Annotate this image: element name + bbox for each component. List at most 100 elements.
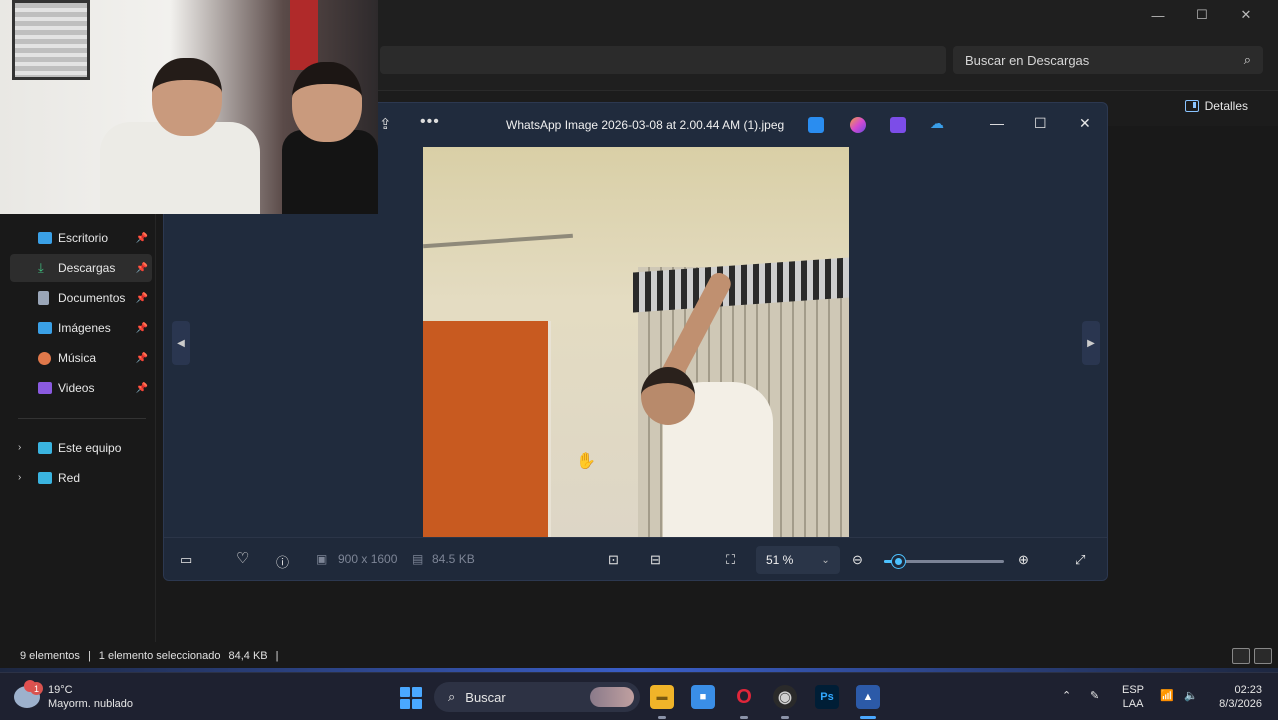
pin-icon: 📌 [135,232,148,244]
displayed-photo [423,147,849,537]
clock[interactable]: 02:23 8/3/2026 [1212,683,1262,711]
text-scan-icon[interactable]: ⊟ [650,552,661,568]
full-screen-icon[interactable]: ⤢ [1075,552,1085,568]
file-explorer-icon[interactable]: ▬ [650,685,674,709]
clock-date: 8/3/2026 [1219,698,1262,710]
previous-image-button[interactable]: ◀ [172,321,190,365]
zoom-slider-thumb[interactable] [892,555,906,568]
sidebar-item-escritorio[interactable]: Escritorio 📌 [10,224,152,252]
sidebar-item-musica[interactable]: Música 📌 [10,344,152,372]
wifi-icon[interactable]: 📶 [1160,689,1174,703]
next-image-button[interactable]: ▶ [1082,321,1100,365]
windows-logo-icon [412,687,422,697]
details-view-button[interactable] [1232,648,1250,664]
pin-icon: 📌 [135,262,148,274]
computer-icon [38,442,52,454]
search-placeholder: Buscar en Descargas [965,52,1090,68]
address-bar[interactable] [380,46,946,74]
visual-search-icon[interactable]: ⊡ [608,552,619,568]
clock-time: 02:23 [1234,684,1262,696]
opera-icon[interactable]: O [732,685,756,709]
input-language[interactable]: ESP LAA [1122,683,1144,711]
sidebar-item-label: Imágenes [58,321,111,335]
sidebar-item-label: Videos [58,381,95,395]
zoom-in-icon[interactable]: ⊕ [1018,552,1029,568]
running-indicator [658,716,666,719]
favorite-icon[interactable]: ♡ [236,549,249,567]
file-name: WhatsApp Image 2026-03-08 at 2.00.44 AM … [506,118,785,132]
details-pane-icon [1184,100,1199,112]
windows-logo-icon [400,687,410,697]
photo-curtain-rod [423,233,573,249]
photos-edit-icon[interactable] [808,117,824,133]
search-icon: ⌕ [1243,52,1251,67]
weather-text: 19°C Mayorm. nublado [48,683,133,711]
tiles-view-button[interactable] [1254,648,1272,664]
sidebar-item-descargas[interactable]: ⤓ Descargas 📌 [10,254,152,282]
status-divider: | [275,650,279,662]
sidebar-divider [18,418,146,419]
clipchamp-icon[interactable] [890,117,906,133]
language-code: ESP [1122,684,1145,696]
status-bar: 9 elementos | 1 elemento seleccionado 84… [0,644,1278,668]
minimize-icon[interactable]: — [990,115,1004,131]
sidebar-item-documentos[interactable]: Documentos 📌 [10,284,152,312]
filesize-icon: ▤ [412,552,424,566]
sidebar-item-imagenes[interactable]: Imágenes 📌 [10,314,152,342]
sidebar-item-label: Este equipo [58,441,122,455]
pen-icon[interactable]: ✎ [1090,689,1099,703]
dimensions-icon: ▣ [316,552,328,566]
zoom-slider[interactable] [884,555,1004,568]
webcam-person-right-body [282,130,378,214]
sidebar-item-videos[interactable]: Videos 📌 [10,374,152,402]
info-icon[interactable]: ⓘ [276,552,289,571]
details-label: Detalles [1204,99,1248,113]
search-highlight-icon [590,687,634,707]
zoom-out-icon[interactable]: ⊖ [852,552,863,568]
designer-icon[interactable] [850,117,866,133]
minimize-icon[interactable]: — [1136,4,1180,26]
photos-icon[interactable]: ▲ [856,685,880,709]
zoom-level: 51 % [766,553,794,567]
filmstrip-icon[interactable]: ▭ [180,552,192,568]
windows-logo-icon [400,699,410,709]
details-button[interactable]: Detalles [1184,99,1248,113]
sidebar-item-label: Escritorio [58,231,109,245]
close-icon[interactable]: ✕ [1079,115,1091,132]
search-icon: ⌕ [448,689,456,704]
taskbar-search-label: Buscar [465,689,506,705]
start-button[interactable] [400,687,422,709]
more-options-icon[interactable]: ••• [420,113,440,131]
onedrive-off-icon[interactable]: ☁ [930,115,946,131]
pin-icon: 📌 [135,292,148,304]
store-icon[interactable]: ■ [691,685,715,709]
weather-temp: 19°C [48,684,73,696]
sidebar-item-label: Documentos [58,291,126,305]
webcam-window-blinds [12,0,90,80]
sidebar-item-label: Red [58,471,81,485]
obs-icon[interactable]: ◉ [773,685,797,709]
close-icon[interactable]: ✕ [1224,4,1268,26]
volume-icon[interactable]: 🔈 [1184,689,1198,703]
webcam-red-cloth [290,0,318,70]
selection-status: 1 elemento seleccionado [98,650,221,662]
search-input[interactable]: Buscar en Descargas ⌕ [953,46,1263,74]
maximize-icon[interactable]: ☐ [1034,115,1047,132]
show-hidden-icons-icon[interactable]: ⌃ [1062,689,1071,703]
taskbar-search[interactable]: ⌕ Buscar [434,682,640,712]
viewer-toolbar: ▭ ♡ ⓘ ▣ 900 x 1600 ▤ 84.5 KB ⊡ ⊟ ⛶ 51 % … [164,537,1107,580]
download-icon: ⤓ [38,260,44,275]
fit-to-window-icon[interactable]: ⛶ [726,552,735,568]
photo-person-head [641,367,695,425]
maximize-icon[interactable]: ☐ [1180,4,1224,26]
view-toggle [1232,648,1272,664]
zoom-level-dropdown[interactable]: 51 % ⌄ [756,546,840,574]
sidebar-item-red[interactable]: Red [10,464,152,492]
photoshop-icon[interactable]: Ps [815,685,839,709]
document-icon [38,291,49,305]
sidebar-item-este-equipo[interactable]: Este equipo [10,434,152,462]
running-indicator [781,716,789,719]
share-icon[interactable]: ⇪ [379,115,392,133]
network-icon [38,472,52,484]
keyboard-layout: LAA [1122,698,1144,710]
